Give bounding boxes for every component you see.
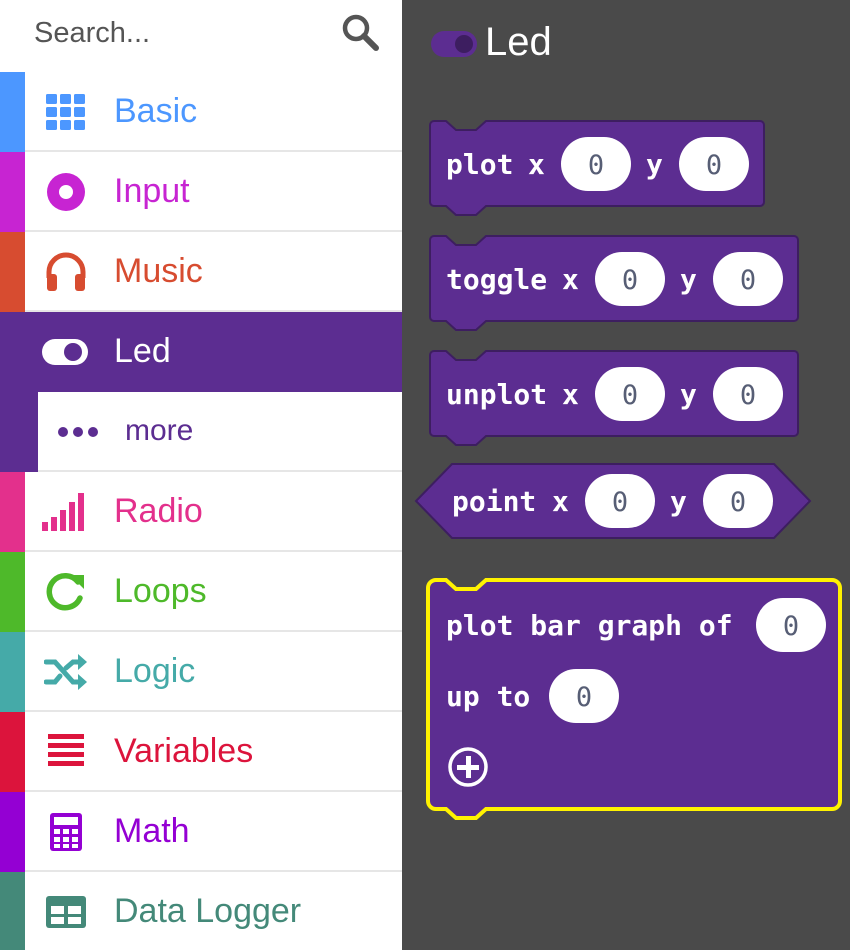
category-color-strip — [0, 72, 25, 152]
y-value: 0 — [740, 380, 756, 411]
category-led[interactable]: Led — [0, 312, 402, 392]
max-value: 0 — [576, 682, 592, 713]
block-unplot[interactable]: unplot x 0 y 0 — [429, 348, 802, 446]
x-value: 0 — [588, 150, 604, 181]
block-keyword-y: y — [680, 378, 697, 411]
table-icon — [46, 896, 86, 928]
category-basic[interactable]: Basic — [0, 72, 402, 152]
ellipsis-icon — [58, 427, 98, 437]
category-label: more — [125, 414, 194, 447]
block-flyout: Led plot x 0 y 0 toggle x 0 y 0 unplot x… — [402, 0, 850, 950]
grid-icon — [46, 94, 85, 130]
search-bar — [0, 0, 402, 72]
toolbox: Basic Input Music Led — [0, 0, 402, 950]
category-music[interactable]: Music — [0, 232, 402, 312]
list-icon — [48, 734, 84, 766]
value: 0 — [783, 611, 799, 642]
category-label: Data Logger — [114, 892, 302, 930]
flyout-title: Led — [485, 20, 552, 64]
category-led-more[interactable]: more — [0, 392, 402, 472]
block-keyword-x: x — [562, 378, 579, 411]
block-keyword-y: y — [680, 263, 697, 296]
category-color-strip — [0, 712, 25, 792]
category-color-strip — [0, 472, 25, 552]
signal-icon — [42, 493, 84, 531]
toggle-icon — [42, 339, 88, 365]
category-color-strip — [0, 792, 25, 872]
block-keyword-y: y — [646, 148, 663, 181]
target-icon — [47, 173, 85, 211]
category-label: Math — [114, 812, 190, 850]
block-text-up-to: up to — [446, 680, 530, 713]
calculator-icon — [50, 813, 82, 851]
search-input[interactable] — [10, 8, 330, 58]
block-point[interactable]: point x 0 y 0 — [414, 462, 812, 540]
search-icon[interactable] — [340, 12, 380, 52]
x-value: 0 — [622, 265, 638, 296]
block-toggle[interactable]: toggle x 0 y 0 — [429, 233, 802, 331]
category-loops[interactable]: Loops — [0, 552, 402, 632]
block-plot[interactable]: plot x 0 y 0 — [429, 118, 770, 216]
shuffle-icon — [44, 654, 87, 690]
category-logic[interactable]: Logic — [0, 632, 402, 712]
x-value: 0 — [622, 380, 638, 411]
block-keyword-toggle: toggle — [446, 263, 547, 296]
category-color-strip — [0, 152, 25, 232]
category-label: Basic — [114, 92, 198, 130]
toggle-icon — [431, 31, 477, 57]
block-keyword-y: y — [670, 485, 687, 518]
category-label: Radio — [114, 492, 203, 530]
x-value: 0 — [612, 487, 628, 518]
y-value: 0 — [730, 487, 746, 518]
block-text-plot-bar-graph-of: plot bar graph of — [446, 609, 733, 642]
category-label: Input — [114, 172, 190, 210]
category-color-strip — [0, 232, 25, 312]
category-color-strip — [0, 392, 38, 472]
category-label: Music — [114, 252, 203, 290]
block-keyword-plot: plot — [446, 148, 513, 181]
block-keyword-unplot: unplot — [446, 378, 547, 411]
y-value: 0 — [706, 150, 722, 181]
block-plot-bar-graph[interactable]: plot bar graph of 0 up to 0 — [426, 577, 846, 829]
y-value: 0 — [740, 265, 756, 296]
block-keyword-point: point — [452, 485, 536, 518]
category-label: Led — [114, 332, 171, 370]
category-color-strip — [0, 632, 25, 712]
block-keyword-x: x — [552, 485, 569, 518]
block-keyword-x: x — [528, 148, 545, 181]
block-keyword-x: x — [562, 263, 579, 296]
category-label: Variables — [114, 732, 254, 770]
category-color-strip — [0, 552, 25, 632]
category-data-logger[interactable]: Data Logger — [0, 872, 402, 950]
category-variables[interactable]: Variables — [0, 712, 402, 792]
category-math[interactable]: Math — [0, 792, 402, 872]
headphones-icon — [46, 252, 86, 291]
refresh-icon — [46, 573, 84, 611]
category-input[interactable]: Input — [0, 152, 402, 232]
category-label: Loops — [114, 572, 207, 610]
category-label: Logic — [114, 652, 196, 690]
category-color-strip — [0, 872, 25, 950]
category-radio[interactable]: Radio — [0, 472, 402, 552]
